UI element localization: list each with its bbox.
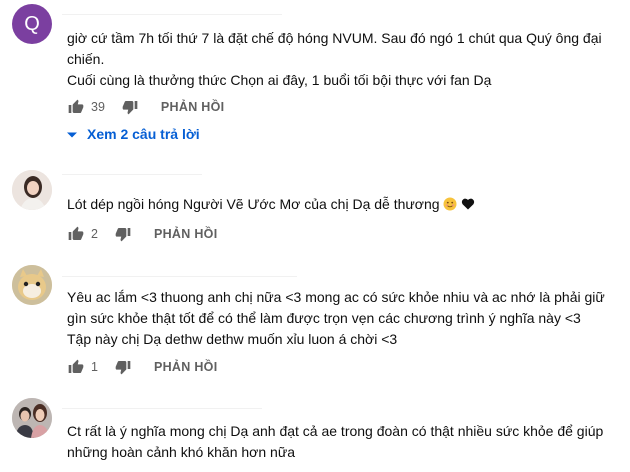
comment-text: giờ cứ tầm 7h tối thứ 7 là đặt chế độ hó… [67, 28, 622, 91]
comment-line: những hoàn cảnh khó khăn hơn nữa [67, 444, 295, 460]
chevron-down-icon [67, 126, 77, 142]
comment-actions: 2 PHẢN HỒI [67, 224, 217, 244]
view-replies-button[interactable]: Xem 2 câu trả lời [67, 126, 200, 142]
reply-button[interactable]: PHẢN HỒI [161, 100, 225, 114]
like-count: 39 [91, 100, 105, 114]
smiling-face-icon [443, 197, 457, 211]
comment-line: chiến. [67, 51, 105, 67]
author-name-redacted [62, 160, 202, 175]
comment-line: Cuối cùng là thưởng thức Chọn ai đây, 1 … [67, 72, 492, 88]
thumbs-up-icon[interactable] [67, 358, 85, 376]
thumbs-down-icon[interactable] [114, 225, 132, 243]
comment-line: Tập này chị Dạ dethw dethw muốn xỉu luon… [67, 331, 398, 347]
like-count: 1 [91, 360, 98, 374]
thumbs-up-icon[interactable] [67, 225, 85, 243]
thumbs-down-icon[interactable] [114, 358, 132, 376]
like-count: 2 [91, 227, 98, 241]
comment-line: Yêu ac lắm <3 thuong anh chị nữa <3 mong… [67, 289, 605, 305]
author-name-redacted [62, 262, 297, 277]
reply-button[interactable]: PHẢN HỒI [154, 360, 218, 374]
avatar[interactable] [12, 398, 52, 438]
comment-actions: 39 PHẢN HỒI [67, 97, 224, 117]
avatar[interactable] [12, 170, 52, 210]
avatar[interactable]: Q [12, 4, 52, 44]
comment-text: Yêu ac lắm <3 thuong anh chị nữa <3 mong… [67, 287, 622, 350]
author-name-redacted [62, 0, 282, 15]
comment-line: Lót dép ngồi hóng Người Vẽ Ước Mơ của ch… [67, 196, 440, 212]
reply-button[interactable]: PHẢN HỒI [154, 227, 218, 241]
thumbs-up-icon[interactable] [67, 98, 85, 116]
comment-line: gìn sức khỏe thật tốt để có thể làm được… [67, 310, 581, 326]
comment-text: Lót dép ngồi hóng Người Vẽ Ước Mơ của ch… [67, 194, 622, 215]
comment-line: Ct rất là ý nghĩa mong chị Dạ anh đạt cả… [67, 423, 604, 439]
author-name-redacted [62, 394, 262, 409]
black-heart-icon [462, 198, 475, 210]
avatar-letter: Q [24, 12, 40, 35]
comment-actions: 1 PHẢN HỒI [67, 357, 217, 377]
comment-text: Ct rất là ý nghĩa mong chị Dạ anh đạt cả… [67, 421, 622, 463]
thumbs-down-icon[interactable] [121, 98, 139, 116]
view-replies-label: Xem 2 câu trả lời [87, 126, 200, 142]
avatar[interactable] [12, 265, 52, 305]
comment-line: giờ cứ tầm 7h tối thứ 7 là đặt chế độ hó… [67, 30, 602, 46]
